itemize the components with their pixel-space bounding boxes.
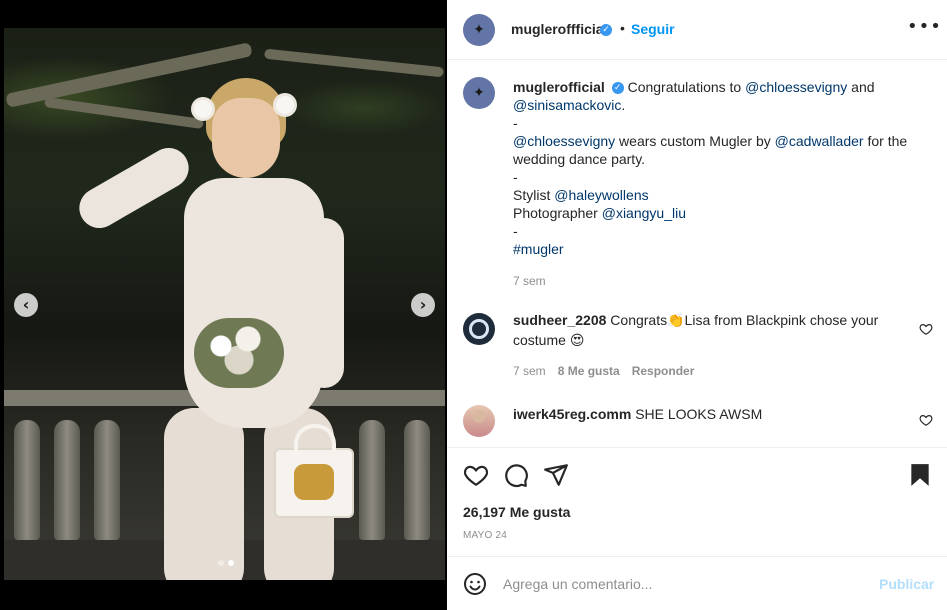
caption-line: @sinisamackovic.	[513, 96, 923, 114]
baluster	[54, 420, 80, 540]
post-date: MAYO 24	[463, 530, 508, 541]
caption-line: #mugler	[513, 240, 923, 258]
caption-username[interactable]: muglerofficial	[513, 79, 605, 95]
baluster	[94, 420, 120, 540]
post-sidebar: ✦ mugleroffficial ✓ • Seguir ••• ✦ mugle…	[447, 0, 947, 610]
caption-line: -	[513, 114, 923, 132]
post-header: ✦ mugleroffficial ✓ • Seguir •••	[447, 0, 947, 60]
mention-link[interactable]: @xiangyu_liu	[602, 205, 686, 221]
mention-link[interactable]: @chloessevigny	[745, 79, 847, 95]
comment-text: costume	[513, 332, 566, 348]
figure-torso	[184, 178, 324, 428]
comment-like-heart-icon[interactable]	[919, 413, 933, 427]
like-heart-icon[interactable]	[463, 462, 489, 488]
save-bookmark-icon[interactable]	[907, 462, 933, 488]
mention-link[interactable]: @haleywollens	[554, 187, 648, 203]
handbag-handle	[294, 424, 336, 454]
likes-count[interactable]: 26,197 Me gusta	[463, 504, 570, 520]
carousel-dot	[218, 560, 224, 566]
reply-button[interactable]: Responder	[632, 364, 695, 378]
author-username[interactable]: mugleroffficial	[511, 21, 607, 37]
caption-text-fragment: Congratulations to	[627, 79, 746, 95]
baluster	[14, 420, 40, 540]
mention-link[interactable]: @cadwallader	[775, 133, 864, 149]
bouquet	[194, 318, 284, 388]
previous-slide-button[interactable]: ‹	[14, 293, 38, 317]
commenter-username[interactable]: sudheer_2208	[513, 312, 606, 328]
caption-line: -	[513, 168, 923, 186]
hair-flower	[276, 96, 294, 114]
post-media: ‹ ›	[0, 0, 447, 610]
handbag-logo	[294, 464, 334, 500]
next-slide-button[interactable]: ›	[411, 293, 435, 317]
avatar-ring	[469, 319, 489, 339]
comment-input[interactable]	[503, 573, 863, 595]
comment-timestamp[interactable]: 7 sem	[513, 364, 546, 378]
more-options-icon[interactable]: •••	[907, 16, 942, 37]
comment-meta: 7 sem 8 Me gusta Responder	[513, 364, 694, 378]
hair-flower	[194, 100, 212, 118]
caption-text: muglerofficial ✓ Congratulations to @chl…	[513, 78, 923, 258]
caption-text-fragment: -	[513, 223, 518, 239]
comment-likes[interactable]: 8 Me gusta	[558, 364, 620, 378]
carousel-dots	[218, 560, 234, 566]
post-actions: 26,197 Me gusta MAYO 24	[447, 447, 947, 557]
caption-line: Photographer @xiangyu_liu	[513, 204, 923, 222]
mention-link[interactable]: @sinisamackovic	[513, 97, 621, 113]
comment-text: SHE LOOKS AWSM	[635, 406, 763, 422]
figure-leg	[164, 408, 244, 580]
figure-face	[212, 98, 280, 178]
emoji-smiley-icon[interactable]	[463, 572, 487, 596]
mention-link[interactable]: #mugler	[513, 241, 564, 257]
caption-text-fragment: Photographer	[513, 205, 602, 221]
clap-emoji: 👏	[667, 313, 685, 329]
caption-line: @chloessevigny wears custom Mugler by @c…	[513, 132, 923, 150]
comment-text: Lisa from Blackpink chose your	[684, 312, 879, 328]
caption-text-fragment: Stylist	[513, 187, 555, 203]
caption-text-fragment: wears custom Mugler by	[615, 133, 775, 149]
commenter-username[interactable]: iwerk45reg.comm	[513, 406, 631, 422]
caption-text-fragment: wedding dance party.	[513, 151, 646, 167]
publish-button[interactable]: Publicar	[879, 576, 934, 592]
comment-body: iwerk45reg.comm SHE LOOKS AWSM	[513, 405, 903, 424]
comment-body: sudheer_2208 Congrats👏Lisa from Blackpin…	[513, 311, 903, 351]
model-figure	[72, 68, 384, 580]
commenter-avatar[interactable]	[463, 405, 495, 437]
follow-button[interactable]: Seguir	[631, 21, 675, 37]
figure-arm	[72, 140, 196, 236]
post-photo[interactable]	[4, 28, 445, 580]
caption-text-fragment: -	[513, 169, 518, 185]
figure-arm	[304, 218, 344, 388]
caption-line: wedding dance party.	[513, 150, 923, 168]
header-separator: •	[620, 20, 625, 36]
comment-bubble-icon[interactable]	[503, 462, 529, 488]
heart-eyes-emoji: 😍	[569, 333, 585, 349]
comment-composer: Publicar	[447, 556, 947, 610]
caption-text-fragment: and	[847, 79, 875, 95]
caption-line: -	[513, 222, 923, 240]
caption-avatar[interactable]: ✦	[463, 77, 495, 109]
caption-timestamp[interactable]: 7 sem	[513, 274, 546, 288]
caption-line: Stylist @haleywollens	[513, 186, 923, 204]
caption-text-fragment: for the	[863, 133, 908, 149]
share-send-icon[interactable]	[543, 462, 569, 488]
comment-text: Congrats	[610, 312, 668, 328]
mention-link[interactable]: @chloessevigny	[513, 133, 615, 149]
caption-text-fragment: .	[621, 97, 626, 113]
verified-badge-icon: ✓	[600, 24, 612, 36]
comment-like-heart-icon[interactable]	[919, 322, 933, 336]
verified-badge-icon: ✓	[611, 82, 624, 95]
baluster	[404, 420, 430, 540]
handbag	[274, 424, 354, 518]
comments-list[interactable]: ✦ muglerofficial ✓ Congratulations to @c…	[447, 61, 947, 447]
author-avatar[interactable]: ✦	[463, 14, 495, 46]
carousel-dot-active	[228, 560, 234, 566]
commenter-avatar[interactable]	[463, 313, 495, 345]
caption-text-fragment: -	[513, 115, 518, 131]
